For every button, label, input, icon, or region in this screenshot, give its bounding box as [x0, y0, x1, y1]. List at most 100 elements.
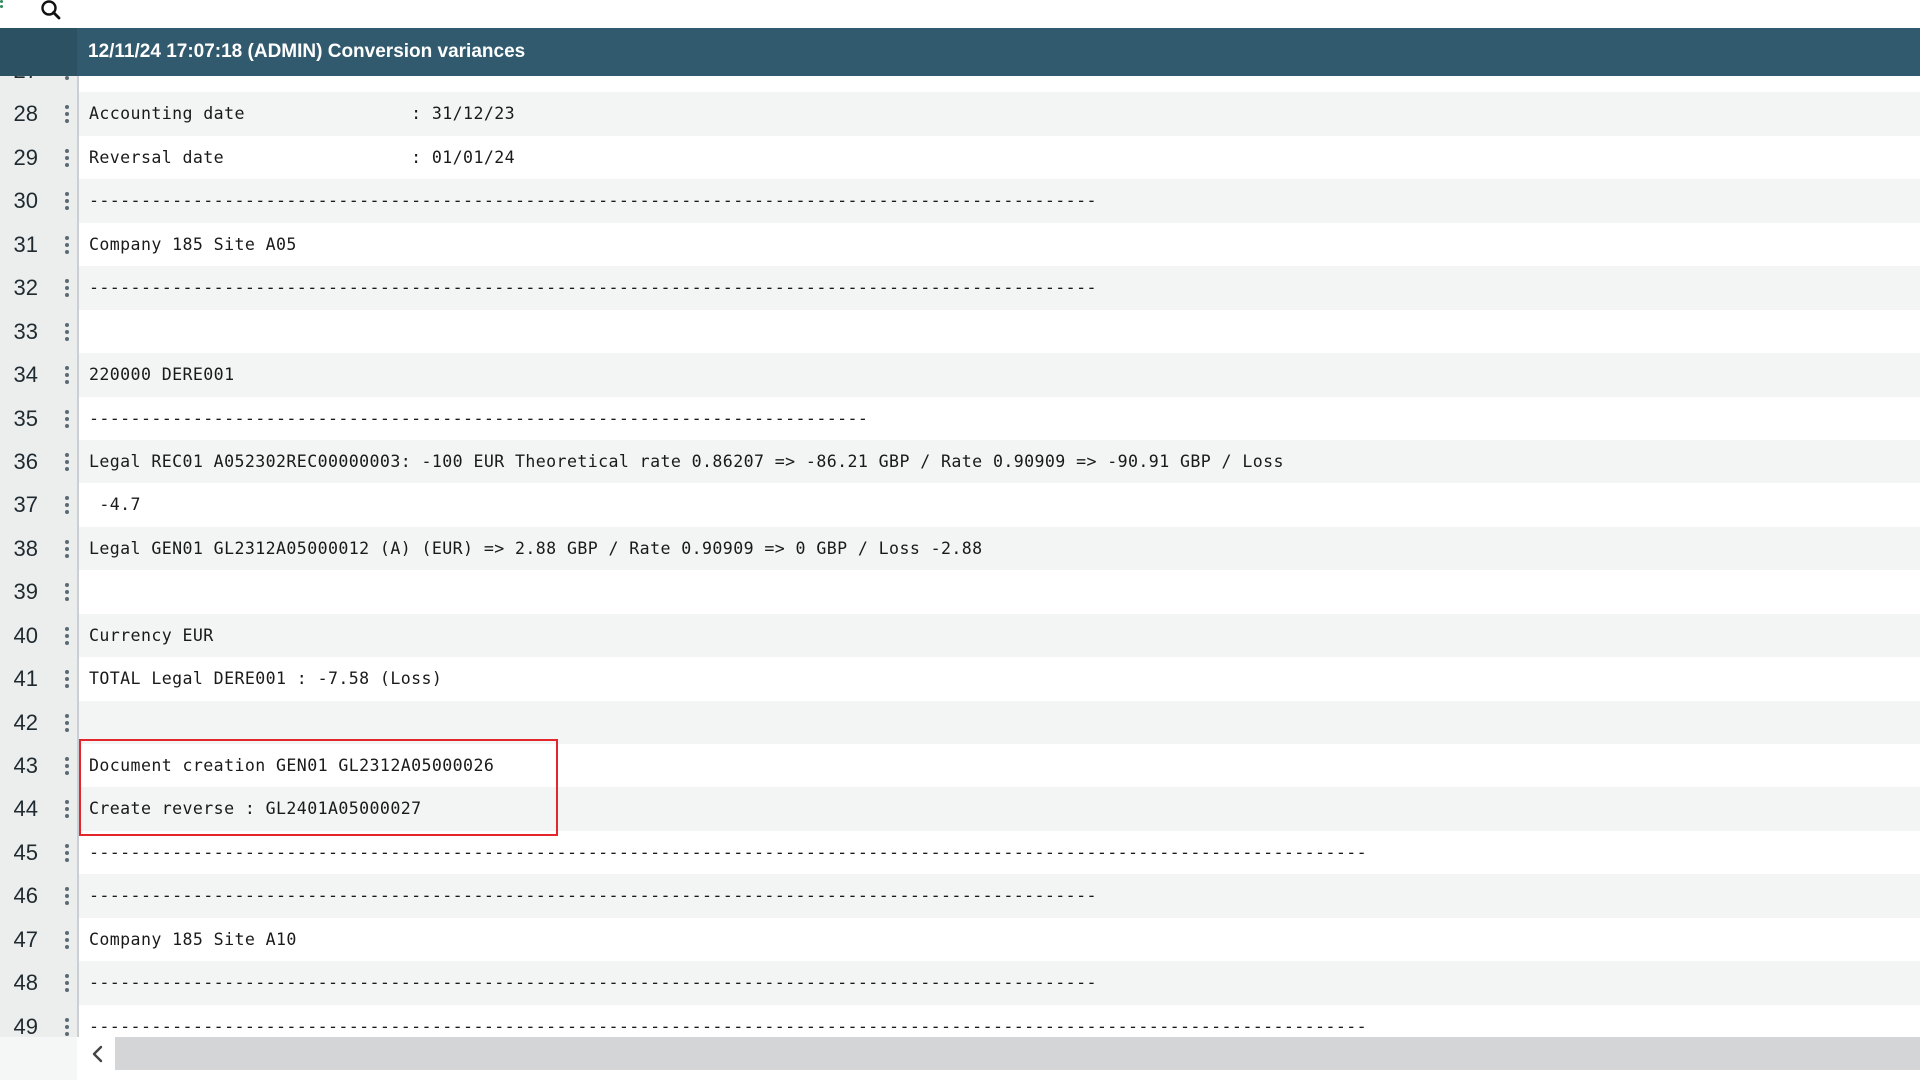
line-number-label: 41 — [13, 666, 38, 692]
line-number-label: 30 — [13, 188, 38, 214]
report-header: 12/11/24 17:07:18 (ADMIN) Conversion var… — [0, 28, 1920, 76]
line-number-label: 35 — [13, 405, 38, 431]
vertical-dots-icon[interactable] — [50, 917, 77, 962]
line-text: Accounting date : 31/12/23 — [89, 104, 516, 124]
search-icon[interactable] — [38, 0, 64, 24]
log-line: 41 TOTAL Legal DERE001 : -7.58 (Loss) — [0, 657, 1920, 701]
report-title: 12/11/24 17:07:18 (ADMIN) Conversion var… — [88, 41, 526, 62]
log-line: 39 — [0, 570, 1920, 614]
vertical-dots-icon[interactable] — [50, 830, 77, 875]
line-number-label: 45 — [13, 839, 38, 865]
vertical-dots-icon[interactable] — [50, 92, 77, 136]
vertical-dots-icon[interactable] — [50, 483, 77, 527]
horizontal-scrollbar[interactable] — [0, 1037, 1920, 1080]
line-number: 47 — [0, 917, 50, 962]
line-text: ----------------------------------------… — [89, 1016, 1368, 1036]
log-line: 30 --------------------------------------… — [0, 179, 1920, 223]
line-text: 220000 DERE001 — [89, 365, 235, 385]
line-number: 48 — [0, 961, 50, 1005]
scrollbar-track[interactable] — [115, 1037, 1920, 1070]
vertical-dots-icon[interactable] — [50, 353, 77, 397]
line-text: Company 185 Site A10 — [89, 929, 297, 949]
vertical-dots-icon[interactable] — [50, 787, 77, 831]
vertical-dots-icon[interactable] — [50, 222, 77, 267]
app-menu-dots-icon[interactable] — [0, 0, 4, 14]
line-number-label: 27 — [14, 76, 50, 92]
line-number: 29 — [0, 135, 50, 180]
line-number: 30 — [0, 179, 50, 223]
line-text: ----------------------------------------… — [89, 191, 1097, 211]
line-number: 32 — [0, 266, 50, 310]
vertical-dots-icon[interactable] — [50, 570, 77, 614]
log-line: 40 Currency EUR — [0, 613, 1920, 658]
line-number-label: 33 — [13, 318, 38, 344]
vertical-dots-icon[interactable] — [50, 266, 77, 310]
line-number-label: 37 — [13, 492, 38, 518]
line-number: 36 — [0, 439, 50, 484]
line-number: 46 — [0, 874, 50, 918]
line-text: ----------------------------------------… — [89, 408, 869, 428]
chevron-left-icon[interactable] — [82, 1037, 112, 1070]
top-toolbar — [0, 0, 1920, 28]
line-number: 43 — [0, 744, 50, 788]
line-number-label: 32 — [13, 275, 38, 301]
line-number: 35 — [0, 396, 50, 440]
line-number-label: 42 — [13, 709, 38, 735]
line-number-label: 43 — [13, 753, 38, 778]
line-text: Journal : GEN — [89, 76, 463, 92]
log-line: 45 --------------------------------------… — [0, 830, 1920, 875]
line-text: -4.7 — [89, 495, 141, 515]
log-line: 31 Company 185 Site A05 — [0, 222, 1920, 267]
line-text: Legal REC01 A052302REC00000003: -100 EUR… — [89, 451, 1284, 471]
line-number-label: 38 — [13, 535, 38, 561]
vertical-dots-icon[interactable] — [50, 179, 77, 223]
line-number: 40 — [0, 613, 50, 658]
log-line: 33 — [0, 309, 1920, 354]
gutter-divider — [77, 76, 79, 1037]
line-number-label: 46 — [13, 883, 38, 909]
line-number: 38 — [0, 526, 50, 571]
vertical-dots-icon[interactable] — [50, 744, 77, 788]
line-number-label: 48 — [13, 970, 38, 996]
line-text: TOTAL Legal DERE001 : -7.58 (Loss) — [89, 669, 443, 689]
line-number: 49 — [0, 1004, 50, 1037]
log-line: 37 -4.7 — [0, 483, 1920, 527]
vertical-dots-icon[interactable] — [50, 526, 77, 571]
log-line: 27 Journal : GEN — [0, 76, 1920, 93]
line-number-label: 39 — [13, 579, 38, 605]
vertical-dots-icon[interactable] — [50, 961, 77, 1005]
line-number: 41 — [0, 657, 50, 701]
vertical-dots-icon[interactable] — [50, 76, 77, 93]
log-line: 48 --------------------------------------… — [0, 961, 1920, 1005]
line-number-label: 34 — [13, 362, 38, 388]
line-number: 27 — [0, 76, 50, 93]
line-number: 33 — [0, 309, 50, 354]
vertical-dots-icon[interactable] — [50, 1004, 77, 1037]
vertical-dots-icon[interactable] — [50, 309, 77, 354]
line-number-label: 28 — [13, 101, 38, 127]
line-number: 28 — [0, 92, 50, 136]
vertical-dots-icon[interactable] — [50, 657, 77, 701]
vertical-dots-icon[interactable] — [50, 613, 77, 658]
log-line: 36 Legal REC01 A052302REC00000003: -100 E… — [0, 439, 1920, 484]
line-text: Company 185 Site A05 — [89, 234, 297, 254]
line-number: 44 — [0, 787, 50, 831]
vertical-dots-icon[interactable] — [50, 700, 77, 744]
line-number-label: 36 — [13, 448, 38, 474]
vertical-dots-icon[interactable] — [50, 135, 77, 180]
line-text: Currency EUR — [89, 625, 214, 645]
vertical-dots-icon[interactable] — [50, 396, 77, 440]
line-number: 37 — [0, 483, 50, 527]
log-line: 28 Accounting date : 31/12/23 — [0, 92, 1920, 136]
vertical-dots-icon[interactable] — [50, 439, 77, 484]
log-viewer[interactable]: 27 Journal : GEN 28 Accounting date : 31/12… — [0, 76, 1920, 1037]
log-line: 47 Company 185 Site A10 — [0, 917, 1920, 962]
log-lines: 27 Journal : GEN 28 Accounting date : 31/12… — [0, 76, 1920, 1037]
log-line: 35 --------------------------------------… — [0, 396, 1920, 440]
log-line: 38 Legal GEN01 GL2312A05000012 (A) (EUR) … — [0, 526, 1920, 571]
log-line: 49 --------------------------------------… — [0, 1004, 1920, 1037]
vertical-dots-icon[interactable] — [50, 874, 77, 918]
line-text: Reversal date : 01/01/24 — [89, 147, 516, 167]
highlight-box — [79, 739, 558, 836]
header-gutter — [0, 28, 77, 76]
